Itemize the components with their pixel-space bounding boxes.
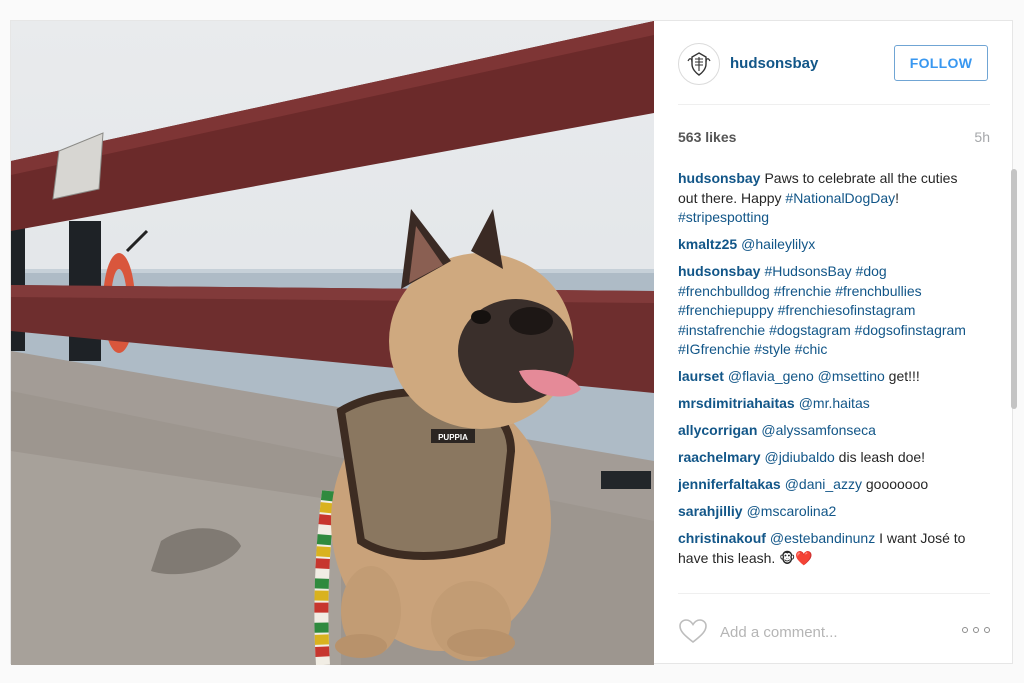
post-footer: [678, 593, 990, 665]
comment-username[interactable]: laurset: [678, 368, 724, 384]
hashtag-link[interactable]: #NationalDogDay: [785, 190, 895, 206]
mention-link[interactable]: @msettino: [818, 368, 885, 384]
comment-item: kmaltz25 @haileylilyx: [678, 235, 978, 255]
mention-link[interactable]: @alyssamfonseca: [761, 422, 876, 438]
more-dot: [962, 627, 968, 633]
comment-username[interactable]: mrsdimitriahaitas: [678, 395, 795, 411]
hashtag-link[interactable]: #style: [754, 341, 791, 357]
hashtag-link[interactable]: #dog: [856, 263, 887, 279]
hashtag-link[interactable]: #IGfrenchie: [678, 341, 750, 357]
comment-username[interactable]: christinakouf: [678, 530, 766, 546]
hashtag-link[interactable]: #chic: [795, 341, 828, 357]
hashtag-link[interactable]: #dogstagram: [769, 322, 851, 338]
post-photo[interactable]: PUPPIA: [11, 21, 654, 665]
comment-text: !: [895, 189, 900, 206]
hashtag-link[interactable]: #HudsonsBay: [764, 263, 851, 279]
add-comment-input[interactable]: [720, 620, 940, 644]
more-dot: [984, 627, 990, 633]
comment-item: hudsonsbay Paws to celebrate all the cuti…: [678, 169, 978, 228]
comment-item: laurset @flavia_geno @msettino get!!!: [678, 367, 978, 387]
mention-link[interactable]: @flavia_geno: [728, 368, 814, 384]
follow-button[interactable]: FOLLOW: [894, 45, 988, 81]
comment-username[interactable]: sarahjilliy: [678, 503, 743, 519]
comment-text: dis leash doe!: [834, 449, 926, 465]
comments-scrollbar[interactable]: [1011, 169, 1017, 409]
comment-username[interactable]: hudsonsbay: [678, 263, 760, 279]
post-details-panel: hudsonsbay FOLLOW 563 likes 5h hudsonsba…: [654, 21, 1017, 665]
hashtag-link[interactable]: #frenchbullies: [835, 283, 921, 299]
post-header: hudsonsbay FOLLOW: [678, 41, 990, 105]
mention-link[interactable]: @jdiubaldo: [765, 449, 835, 465]
post-card: PUPPIA hudsonsbay FOLLOW 563 likes 5h hu…: [10, 20, 1017, 665]
more-dot: [973, 627, 979, 633]
hashtag-link[interactable]: #frenchie: [774, 283, 832, 299]
hashtag-link[interactable]: #dogsofinstagram: [855, 322, 966, 338]
heart-icon[interactable]: [678, 618, 708, 644]
comment-item: christinakouf @estebandinunz I want José …: [678, 529, 978, 568]
french-bulldog-photo: PUPPIA: [11, 21, 654, 665]
comment-username[interactable]: jenniferfaltakas: [678, 476, 781, 492]
comment-item: jenniferfaltakas @dani_azzy gooooooo: [678, 475, 978, 495]
mention-link[interactable]: @dani_azzy: [785, 476, 862, 492]
comment-text: gooooooo: [861, 476, 929, 492]
hashtag-link[interactable]: #frenchbulldog: [678, 283, 770, 299]
comment-item: raachelmary @jdiubaldo dis leash doe!: [678, 448, 978, 468]
comment-text: get!!!: [884, 368, 920, 384]
hashtag-link[interactable]: #frenchiepuppy: [678, 302, 774, 318]
comments-list: hudsonsbay Paws to celebrate all the cuti…: [678, 169, 978, 591]
mention-link[interactable]: @mscarolina2: [747, 503, 837, 519]
comment-item: allycorrigan @alyssamfonseca: [678, 421, 978, 441]
hashtag-link[interactable]: #stripespotting: [678, 209, 769, 225]
hbc-coat-of-arms-icon: [687, 52, 711, 76]
comment-username[interactable]: raachelmary: [678, 449, 761, 465]
hashtag-link[interactable]: #instafrenchie: [678, 322, 765, 338]
harness-label: PUPPIA: [438, 433, 468, 442]
comment-item: mrsdimitriahaitas @mr.haitas: [678, 394, 978, 414]
more-options-icon[interactable]: [962, 622, 990, 638]
comment-item: hudsonsbay #HudsonsBay #dog #frenchbulldo…: [678, 262, 978, 360]
post-author-username[interactable]: hudsonsbay: [730, 55, 818, 72]
mention-link[interactable]: @mr.haitas: [799, 395, 870, 411]
hashtag-link[interactable]: #frenchiesofinstagram: [778, 302, 916, 318]
comment-username[interactable]: allycorrigan: [678, 422, 757, 438]
comment-username[interactable]: kmaltz25: [678, 236, 737, 252]
comment-username[interactable]: hudsonsbay: [678, 170, 760, 186]
mention-link[interactable]: @haileylilyx: [741, 236, 815, 252]
avatar[interactable]: [678, 43, 720, 85]
likes-count[interactable]: 563 likes: [678, 129, 736, 145]
post-timestamp[interactable]: 5h: [974, 129, 990, 145]
mention-link[interactable]: @estebandinunz: [770, 530, 875, 546]
comment-item: sarahjilliy @mscarolina2: [678, 502, 978, 522]
